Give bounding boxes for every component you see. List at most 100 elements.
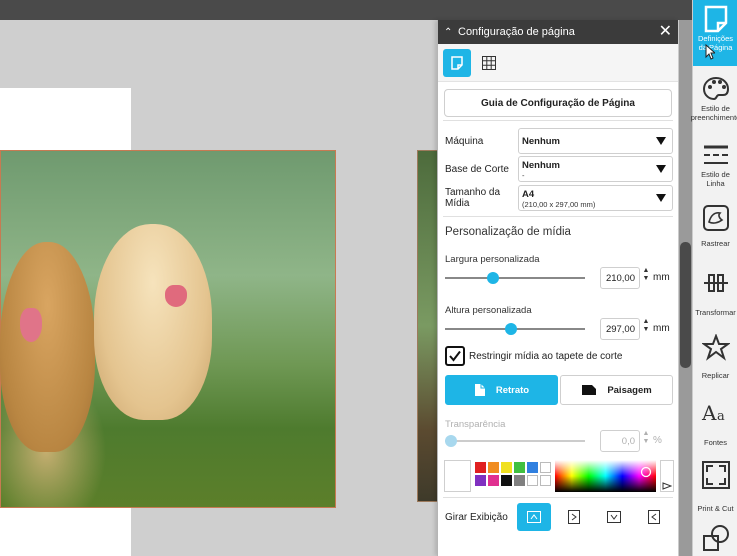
spectrum-slider[interactable]	[660, 460, 674, 492]
width-label: Largura personalizada	[445, 254, 540, 265]
landscape-icon	[582, 385, 597, 395]
color-swatch[interactable]	[501, 475, 513, 486]
landscape-label: Paisagem	[607, 384, 652, 396]
divider	[443, 497, 673, 498]
fonts-icon: Aa	[701, 398, 731, 428]
color-swatch[interactable]	[488, 462, 500, 473]
toolbar-page-settings[interactable]: Definições da Página	[693, 0, 737, 66]
color-swatch[interactable]	[501, 462, 513, 473]
transparency-label: Transparência	[445, 419, 506, 430]
page-setup-guide-button[interactable]: Guia de Configuração de Página	[444, 89, 672, 117]
current-color[interactable]	[444, 460, 472, 492]
landscape-button[interactable]: Paisagem	[560, 375, 673, 405]
rotate-90-button[interactable]	[557, 503, 591, 531]
color-swatch[interactable]	[488, 475, 500, 486]
chevron-down-icon	[656, 194, 666, 202]
toolbar-label: Print & Cut	[697, 504, 734, 513]
cut-base-select[interactable]: Nenhum -	[518, 156, 673, 182]
restrict-media-label: Restringir mídia ao tapete de corte	[469, 350, 623, 362]
toolbar-fill-style[interactable]: Estilo de preenchimento	[691, 74, 737, 134]
eyedropper-icon[interactable]	[640, 466, 652, 478]
toolbar-line-style[interactable]: Estilo de Linha	[693, 140, 737, 196]
rotate-0-button[interactable]	[517, 503, 551, 531]
puppy-right	[94, 224, 212, 420]
color-swatch[interactable]	[514, 475, 526, 486]
width-slider[interactable]	[445, 272, 585, 284]
color-swatch[interactable]	[527, 462, 539, 473]
height-stepper[interactable]: ▲ ▼	[642, 318, 650, 334]
toolbar-replicate[interactable]: Replicar	[693, 333, 737, 389]
tab-page[interactable]	[443, 48, 471, 77]
scrollbar-thumb[interactable]	[680, 242, 691, 368]
portrait-icon	[474, 384, 485, 396]
machine-select[interactable]: Nenhum	[518, 128, 673, 154]
arrow-left-box-icon	[648, 510, 660, 524]
close-icon[interactable]: ✕	[659, 24, 672, 40]
restrict-media-checkbox[interactable]	[445, 346, 465, 366]
grid-icon	[482, 55, 496, 70]
toolbar-transform[interactable]: Transformar	[693, 268, 737, 324]
media-size-label: Tamanho da Mídia	[445, 187, 501, 209]
media-customization-title: Personalização de mídia	[445, 226, 571, 238]
color-swatch[interactable]	[475, 462, 487, 473]
puppy-left	[0, 242, 95, 452]
rotate-180-button[interactable]	[597, 503, 631, 531]
restrict-media-row[interactable]: Restringir mídia ao tapete de corte	[445, 346, 622, 366]
palette-icon	[701, 74, 731, 104]
height-unit: mm	[653, 323, 670, 334]
transparency-slider-handle[interactable]	[445, 435, 457, 447]
transparency-slider[interactable]	[445, 435, 585, 447]
chevron-down-icon	[656, 165, 666, 173]
color-swatch[interactable]	[540, 462, 552, 473]
width-slider-handle[interactable]	[487, 272, 499, 284]
cut-base-value: Nenhum	[522, 160, 560, 171]
width-stepper[interactable]: ▲ ▼	[642, 267, 650, 283]
height-slider-handle[interactable]	[505, 323, 517, 335]
media-size-row: Tamanho da Mídia A4 (210,00 x 297,00 mm)	[445, 185, 673, 211]
triangle-icon	[662, 482, 673, 490]
tab-grid[interactable]	[475, 49, 503, 77]
panel-scrollbar[interactable]	[679, 20, 692, 556]
page-setup-panel: ⌃ Configuração de página ✕ Guia de Confi…	[437, 20, 678, 556]
media-size-select[interactable]: A4 (210,00 x 297,00 mm)	[518, 185, 673, 211]
color-swatch[interactable]	[540, 475, 552, 486]
toolbar-shapes[interactable]	[693, 524, 737, 556]
width-input[interactable]: 210,00	[600, 267, 640, 289]
arrow-down-box-icon	[607, 511, 621, 523]
toolbar-label: Rastrear	[701, 239, 730, 248]
puppy-right-tongue	[165, 285, 187, 307]
color-spectrum[interactable]	[555, 460, 657, 492]
toolbar-label: Definições da Página	[697, 34, 734, 52]
transparency-input[interactable]: 0,0	[600, 430, 640, 452]
arrow-right-box-icon	[568, 510, 580, 524]
rotate-view-label: Girar Exibição	[445, 511, 508, 523]
color-swatch[interactable]	[527, 475, 539, 486]
shapes-icon	[701, 524, 731, 554]
page-settings-icon	[701, 4, 731, 34]
toolbar-print-cut[interactable]: Print & Cut	[693, 460, 737, 520]
height-input[interactable]: 297,00	[600, 318, 640, 340]
height-label: Altura personalizada	[445, 305, 532, 316]
portrait-button[interactable]: Retrato	[445, 375, 558, 405]
color-swatch[interactable]	[514, 462, 526, 473]
machine-label: Máquina	[445, 135, 484, 147]
toolbar-label: Fontes	[704, 438, 727, 447]
transparency-stepper[interactable]: ▲ ▼	[642, 430, 650, 446]
checkmark-icon	[449, 350, 461, 362]
collapse-icon[interactable]: ⌃	[444, 27, 458, 38]
height-slider[interactable]	[445, 323, 585, 335]
arrow-up-box-icon	[527, 511, 541, 523]
toolbar-trace[interactable]: Rastrear	[693, 203, 737, 259]
toolbar-fonts[interactable]: Aa Fontes	[693, 398, 737, 454]
right-toolbar: Definições da Página Estilo de preenchim…	[691, 0, 737, 556]
cut-base-row: Base de Corte Nenhum -	[445, 156, 673, 182]
rotate-270-button[interactable]	[637, 503, 671, 531]
rotate-view-row: Girar Exibição	[445, 503, 673, 531]
color-swatches	[475, 462, 552, 492]
mouse-cursor-icon	[705, 44, 715, 60]
replicate-icon	[701, 333, 731, 363]
color-swatch[interactable]	[475, 475, 487, 486]
media-size-value: A4	[522, 189, 535, 200]
print-cut-icon	[701, 460, 731, 490]
portrait-label: Retrato	[495, 384, 530, 396]
